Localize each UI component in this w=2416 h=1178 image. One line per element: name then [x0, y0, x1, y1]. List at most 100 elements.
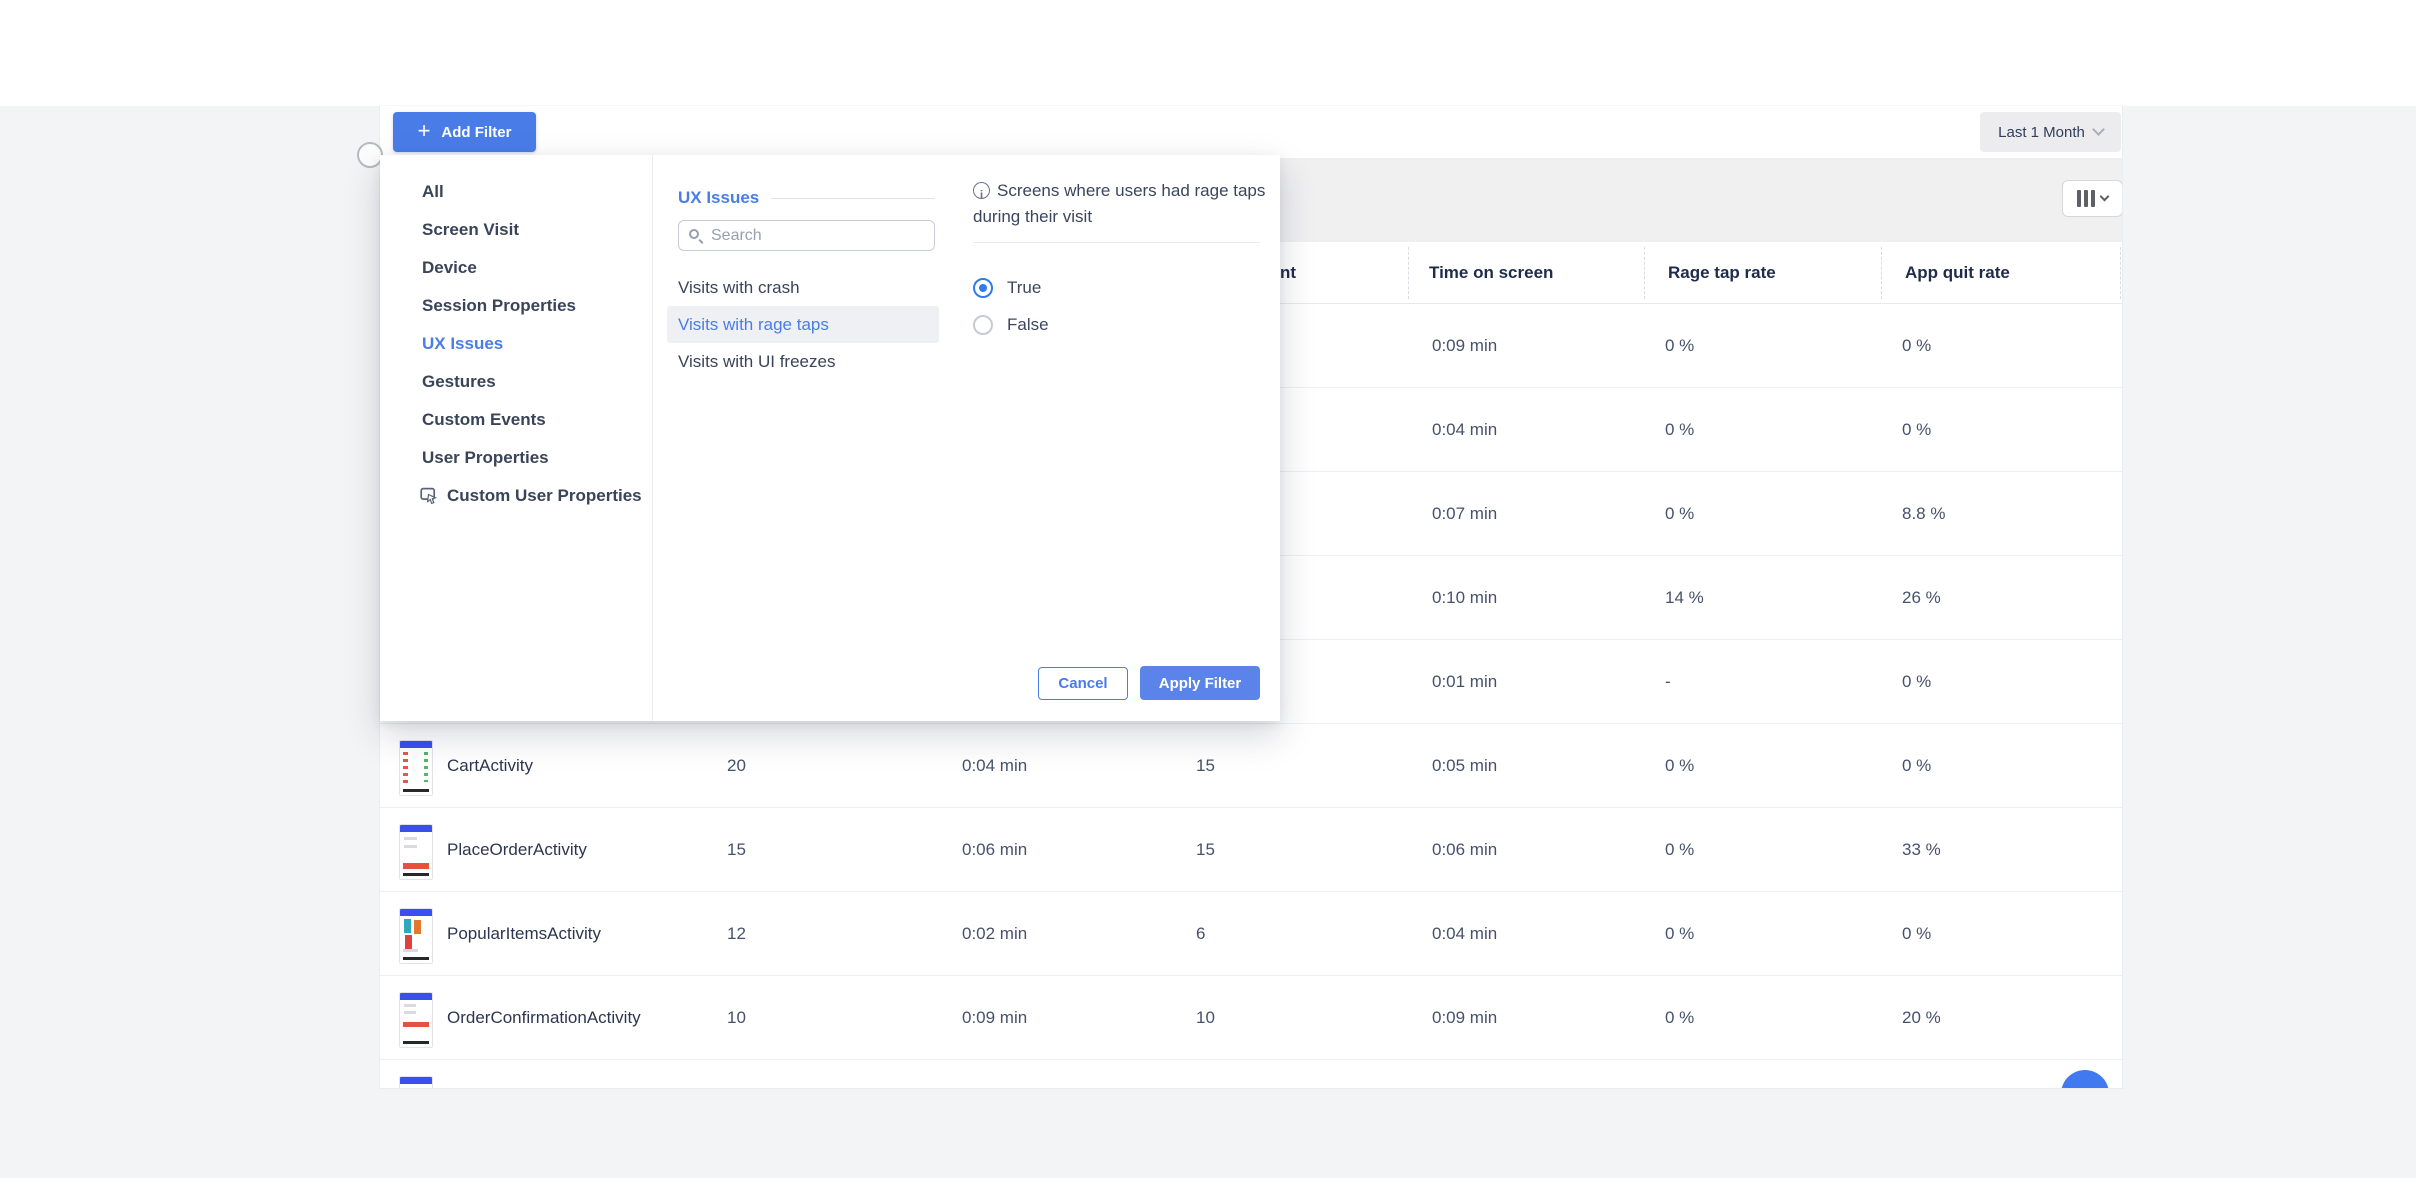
cell-rage-tap-rate: - — [1665, 640, 1671, 723]
radio-button-true[interactable] — [973, 278, 993, 298]
filter-option-visits-with-rage-taps[interactable]: Visits with rage taps — [667, 306, 939, 343]
cell-app-quit-rate: 0 % — [1902, 892, 1931, 975]
filter-value-panel: Screens where users had rage taps during… — [953, 155, 1280, 721]
cell-time-on-screen: 0:09 min — [1432, 304, 1497, 387]
cell-time-on-screen: 0:10 min — [1432, 556, 1497, 639]
filter-category-ux-issues[interactable]: UX Issues — [380, 325, 652, 363]
screen-thumbnail — [399, 1076, 433, 1088]
cell-col1: 10 — [727, 976, 746, 1059]
cell-rage-tap-rate: 14 % — [1665, 556, 1704, 639]
cell-app-quit-rate: 0 % — [1902, 388, 1931, 471]
cell-time-on-screen: 0:05 min — [1432, 724, 1497, 807]
top-strip — [0, 0, 2416, 106]
cell-app-quit-rate: 33 % — [1902, 808, 1941, 891]
category-label: User Properties — [422, 448, 549, 468]
cell-rage-tap-rate: 0 % — [1665, 976, 1694, 1059]
filter-category-screen-visit[interactable]: Screen Visit — [380, 211, 652, 249]
info-icon — [973, 182, 990, 199]
cell-col3: 10 — [1196, 976, 1215, 1059]
cell-col3: 15 — [1196, 724, 1215, 807]
table-row[interactable]: CartActivity 20 0:04 min 15 0:05 min 0 % 0 % — [380, 724, 2122, 808]
screen-thumbnail — [399, 992, 433, 1048]
category-label: Device — [422, 258, 477, 278]
filter-option-visits-with-ui-freezes[interactable]: Visits with UI freezes — [667, 343, 939, 380]
table-row[interactable] — [380, 1060, 2122, 1088]
category-label: Gestures — [422, 372, 496, 392]
cell-app-quit-rate: 0 % — [1902, 724, 1931, 807]
category-label: UX Issues — [422, 334, 503, 354]
section-header: UX Issues — [678, 188, 935, 208]
screen-name: PopularItemsActivity — [447, 892, 601, 975]
filter-category-custom-events[interactable]: Custom Events — [380, 401, 652, 439]
cell-rage-tap-rate: 0 % — [1665, 892, 1694, 975]
cell-time-on-screen: 0:01 min — [1432, 640, 1497, 723]
filter-category-session-properties[interactable]: Session Properties — [380, 287, 652, 325]
screen-thumbnail — [399, 908, 433, 964]
filter-category-all[interactable]: All — [380, 173, 652, 211]
cell-col3: 15 — [1196, 808, 1215, 891]
cell-rage-tap-rate: 0 % — [1665, 304, 1694, 387]
cell-time-on-screen: 0:04 min — [1432, 892, 1497, 975]
cell-rage-tap-rate: 0 % — [1665, 808, 1694, 891]
filter-popup: All Screen Visit Device Session Properties U… — [380, 155, 1280, 721]
radio-row-true[interactable]: True — [973, 269, 1049, 306]
cell-app-quit-rate: 0 % — [1902, 304, 1931, 387]
screen-name: PlaceOrderActivity — [447, 808, 587, 891]
apply-filter-button[interactable]: Apply Filter — [1140, 666, 1260, 700]
cell-col2: 0:06 min — [962, 808, 1027, 891]
radio-row-false[interactable]: False — [973, 306, 1049, 343]
radio-button-false[interactable] — [973, 315, 993, 335]
filter-category-user-properties[interactable]: User Properties — [380, 439, 652, 477]
cell-col1: 12 — [727, 892, 746, 975]
screen-name: CartActivity — [447, 724, 533, 807]
table-row[interactable]: OrderConfirmationActivity100:09 min100:0… — [380, 976, 2122, 1060]
filter-category-custom-user-properties[interactable]: Custom User Properties — [380, 477, 652, 515]
section-title: UX Issues — [678, 188, 759, 208]
cell-app-quit-rate: 26 % — [1902, 556, 1941, 639]
cell-col1: 15 — [727, 808, 746, 891]
cell-rage-tap-rate: 0 % — [1665, 388, 1694, 471]
cell-time-on-screen: 0:07 min — [1432, 472, 1497, 555]
divider — [973, 242, 1260, 243]
cell-col3: 6 — [1196, 892, 1205, 975]
cell-col1: 20 — [727, 724, 746, 807]
screen-thumbnail — [399, 824, 433, 880]
table-row[interactable]: PopularItemsActivity 12 0:02 min 6 0:04 min 0… — [380, 892, 2122, 976]
search-input[interactable] — [711, 222, 926, 249]
filter-categories: All Screen Visit Device Session Properties U… — [380, 155, 653, 721]
cell-time-on-screen: 0:09 min — [1432, 976, 1497, 1059]
cell-app-quit-rate: 8.8 % — [1902, 472, 1945, 555]
radio-label: False — [1007, 315, 1049, 335]
search-icon — [689, 229, 699, 239]
cell-app-quit-rate: 20 % — [1902, 976, 1941, 1059]
filter-description: Screens where users had rage taps during… — [973, 181, 1265, 226]
category-label: Custom User Properties — [447, 486, 642, 506]
category-label: Custom Events — [422, 410, 546, 430]
filter-category-gestures[interactable]: Gestures — [380, 363, 652, 401]
table-row[interactable]: PlaceOrderActivity 15 0:06 min 15 0:06 min 0 … — [380, 808, 2122, 892]
category-label: Screen Visit — [422, 220, 519, 240]
radio-label: True — [1007, 278, 1041, 298]
category-label: All — [422, 182, 444, 202]
cell-col2: 0:04 min — [962, 724, 1027, 807]
screen-thumbnail — [399, 740, 433, 796]
filter-category-device[interactable]: Device — [380, 249, 652, 287]
filter-options: Visits with crashVisits with rage tapsVi… — [653, 269, 953, 380]
cell-time-on-screen: 0:06 min — [1432, 808, 1497, 891]
cell-col2: 0:02 min — [962, 892, 1027, 975]
filter-description-row: Screens where users had rage taps during… — [973, 178, 1271, 230]
filter-options-panel: UX Issues Visits with crashVisits with r… — [653, 155, 953, 721]
cancel-button[interactable]: Cancel — [1038, 667, 1128, 700]
search-box[interactable] — [678, 220, 935, 251]
cell-rage-tap-rate: 0 % — [1665, 724, 1694, 807]
cursor-box-icon — [420, 487, 438, 505]
cell-app-quit-rate: 0 % — [1902, 640, 1931, 723]
filter-option-visits-with-crash[interactable]: Visits with crash — [667, 269, 939, 306]
radio-group: True False — [973, 269, 1049, 343]
category-label: Session Properties — [422, 296, 576, 316]
divider — [771, 198, 935, 199]
page: + Add Filter Last 1 Month nt Time on scr… — [0, 0, 2416, 1178]
cell-rage-tap-rate: 0 % — [1665, 472, 1694, 555]
screen-name: OrderConfirmationActivity — [447, 976, 641, 1059]
cell-time-on-screen: 0:04 min — [1432, 388, 1497, 471]
